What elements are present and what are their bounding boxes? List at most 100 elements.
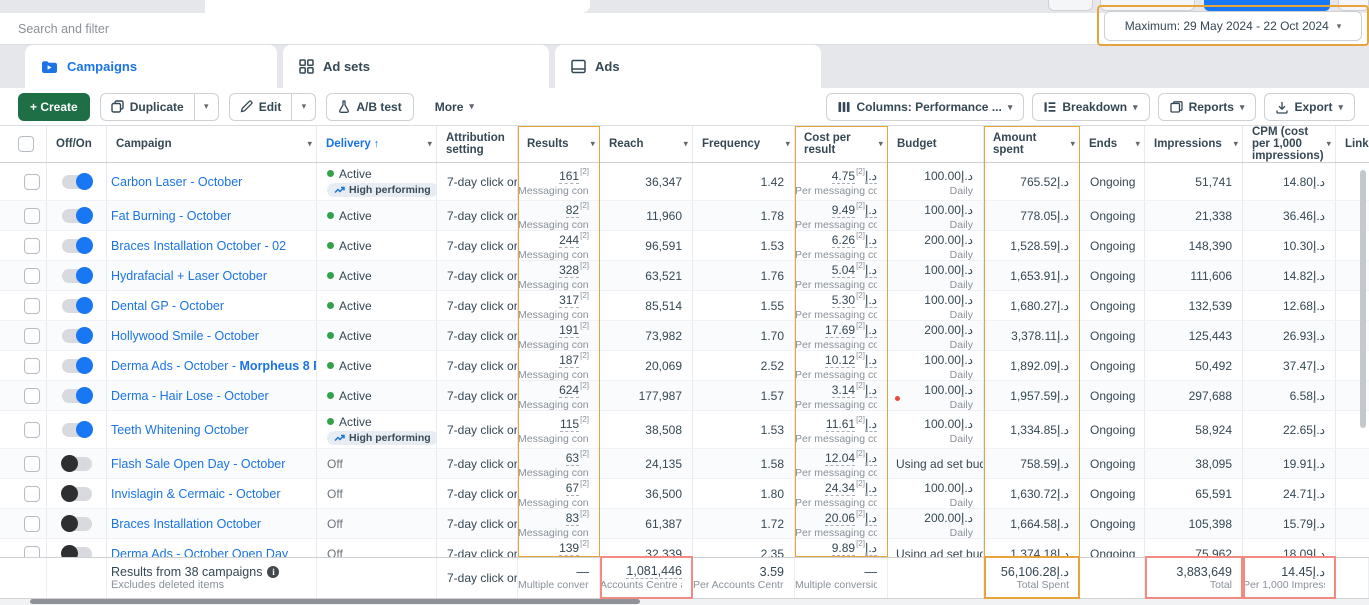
row-checkbox[interactable]: [24, 268, 40, 284]
column-label: Amount spent: [993, 132, 1065, 156]
cell-cpr: 24.34د.إ[2]Per messaging co...: [795, 479, 888, 508]
column-header-name[interactable]: Campaign▾: [107, 126, 317, 162]
edit-dropdown[interactable]: ▾: [291, 94, 315, 120]
row-checkbox[interactable]: [24, 174, 40, 190]
row-checkbox[interactable]: [24, 456, 40, 472]
results-number: 624: [559, 383, 579, 398]
campaign-toggle[interactable]: [62, 517, 92, 531]
attribution-value: 7-day click or ...: [437, 209, 517, 223]
select-all-checkbox[interactable]: [18, 136, 34, 152]
campaign-link[interactable]: Carbon Laser - October: [107, 175, 316, 189]
row-checkbox[interactable]: [24, 516, 40, 532]
horizontal-scrollbar-track[interactable]: [0, 599, 1369, 605]
campaign-link[interactable]: Hydrafacial + Laser October: [107, 269, 316, 283]
tab-ads[interactable]: Ads: [555, 45, 821, 88]
cell-select: [0, 411, 47, 448]
ab-test-button[interactable]: A/B test: [326, 93, 413, 121]
column-header-delivery[interactable]: Delivery↑▾: [317, 126, 437, 162]
row-checkbox[interactable]: [24, 298, 40, 314]
column-header-cpr[interactable]: Cost per result▾: [795, 126, 888, 162]
horizontal-scrollbar-thumb[interactable]: [30, 599, 640, 604]
vertical-scrollbar-thumb[interactable]: [1360, 170, 1366, 428]
cpm-value: 6.58د.إ: [1290, 387, 1325, 405]
budget-number: 100.00د.إ: [924, 481, 973, 495]
column-header-impr[interactable]: Impressions▾: [1145, 126, 1243, 162]
campaign-link[interactable]: Fat Burning - October: [107, 209, 316, 223]
breakdown-button[interactable]: Breakdown ▾: [1032, 93, 1149, 121]
campaign-toggle[interactable]: [62, 209, 92, 223]
attribution-value: 7-day click or ...: [437, 423, 517, 437]
column-header-budget[interactable]: Budget: [888, 126, 984, 162]
create-button[interactable]: + Create: [18, 93, 90, 121]
column-header-freq[interactable]: Frequency▾: [693, 126, 795, 162]
row-checkbox[interactable]: [24, 238, 40, 254]
delivery-status: Off: [317, 517, 436, 531]
row-checkbox[interactable]: [24, 328, 40, 344]
results-number: 244: [559, 233, 579, 248]
row-checkbox[interactable]: [24, 422, 40, 438]
column-header-results[interactable]: Results▾: [518, 126, 600, 162]
reports-button[interactable]: Reports ▾: [1158, 93, 1257, 121]
freq-number: 1.70: [761, 329, 784, 343]
campaign-link[interactable]: Derma Ads - October - Morpheus 8 Pro: [107, 359, 316, 373]
campaign-toggle[interactable]: [62, 239, 92, 253]
column-header-reach[interactable]: Reach▾: [600, 126, 693, 162]
export-button[interactable]: Export ▾: [1264, 93, 1355, 121]
campaign-toggle[interactable]: [62, 487, 92, 501]
level-tabs: Campaigns Ad sets Ads: [0, 45, 1369, 88]
reach-value: 85,514: [645, 297, 682, 315]
campaign-link[interactable]: Flash Sale Open Day - October: [107, 457, 316, 471]
cell-cpm: 12.68د.إ: [1243, 291, 1336, 320]
tab-ad-sets[interactable]: Ad sets: [283, 45, 549, 88]
reach-value: 20,069: [645, 357, 682, 375]
duplicate-button[interactable]: Duplicate: [101, 94, 194, 120]
row-checkbox[interactable]: [24, 358, 40, 374]
duplicate-split-button[interactable]: Duplicate ▾: [100, 93, 219, 121]
attribution-note: [2]: [856, 381, 865, 390]
campaign-link[interactable]: Dental GP - October: [107, 299, 316, 313]
cell-cpr: 4.75د.إ[2]Per messaging co...: [795, 163, 888, 200]
campaign-toggle[interactable]: [62, 269, 92, 283]
cell-budget: 100.00د.إDaily: [888, 411, 984, 448]
column-header-attr[interactable]: Attribution setting: [437, 126, 518, 162]
campaign-toggle[interactable]: [62, 175, 92, 189]
campaign-link[interactable]: Braces Installation October: [107, 517, 316, 531]
campaign-toggle[interactable]: [62, 423, 92, 437]
column-header-toggle[interactable]: Off/On: [47, 126, 107, 162]
row-checkbox[interactable]: [24, 388, 40, 404]
column-header-amount[interactable]: Amount spent▾: [984, 126, 1080, 162]
campaign-toggle[interactable]: [62, 389, 92, 403]
columns-button[interactable]: Columns: Performance ... ▾: [826, 93, 1024, 121]
cpm-number: 26.93د.إ: [1283, 329, 1325, 343]
column-header-link[interactable]: Link: [1336, 126, 1369, 162]
summary-cell-reach: 1,081,446Accounts Centre acc...: [600, 558, 693, 598]
cell-ends: Ongoing: [1080, 411, 1145, 448]
campaign-link[interactable]: Derma - Hair Lose - October: [107, 389, 316, 403]
tab-campaigns[interactable]: Campaigns: [25, 45, 277, 88]
duplicate-dropdown[interactable]: ▾: [194, 94, 218, 120]
results-number: 191: [559, 323, 579, 338]
row-checkbox[interactable]: [24, 486, 40, 502]
campaign-link[interactable]: Invislagin & Cermaic - October: [107, 487, 316, 501]
cell-delivery: Off: [317, 449, 437, 478]
cpm-number: 10.30د.إ: [1283, 239, 1325, 253]
search-filter-label: Search and filter: [18, 22, 109, 36]
campaign-toggle[interactable]: [62, 329, 92, 343]
edit-button[interactable]: Edit: [230, 94, 292, 120]
edit-split-button[interactable]: Edit ▾: [229, 93, 317, 121]
column-header-ends[interactable]: Ends▾: [1080, 126, 1145, 162]
campaign-link[interactable]: Hollywood Smile - October: [107, 329, 316, 343]
row-checkbox[interactable]: [24, 208, 40, 224]
active-status-dot: [327, 242, 334, 249]
summary-cell-cpm: 14.45د.إPer 1,000 Impressions: [1243, 558, 1336, 598]
campaign-toggle[interactable]: [62, 299, 92, 313]
campaign-toggle[interactable]: [62, 457, 92, 471]
campaign-link[interactable]: Braces Installation October - 02: [107, 239, 316, 253]
column-header-cpm[interactable]: CPM (cost per 1,000 impressions)▾: [1243, 126, 1336, 162]
date-range-selector[interactable]: Maximum: 29 May 2024 - 22 Oct 2024 ▾: [1104, 11, 1362, 41]
campaign-link[interactable]: Teeth Whitening October: [107, 423, 316, 437]
more-button[interactable]: More ▾: [424, 93, 485, 121]
results-number: 63: [566, 451, 579, 466]
amount-value: 1,528.59د.إ: [1010, 237, 1069, 255]
campaign-toggle[interactable]: [62, 359, 92, 373]
